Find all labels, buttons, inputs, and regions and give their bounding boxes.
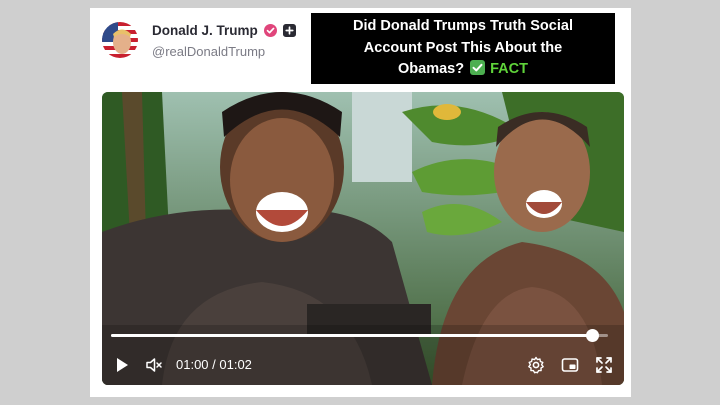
video-controls: 01:00 / 01:02 (102, 325, 624, 385)
check-mark-icon (470, 60, 486, 75)
headline-line-1: Did Donald Trumps Truth Social (353, 18, 573, 34)
fullscreen-icon[interactable] (594, 355, 614, 375)
headline-line-3: Obamas? FACT (311, 59, 615, 81)
social-post-card: Donald J. Trump @realDonaldTrump Did Don… (90, 8, 631, 397)
author-name[interactable]: Donald J. Trump (152, 23, 258, 38)
verdict-label: FACT (490, 61, 528, 77)
author-handle[interactable]: @realDonaldTrump (152, 44, 265, 59)
progress-thumb[interactable] (586, 329, 600, 342)
play-icon[interactable] (112, 355, 132, 375)
progress-bar[interactable] (111, 329, 608, 342)
progress-fill (111, 334, 593, 337)
headline-line-3-text: Obamas? (398, 61, 465, 77)
fact-check-headline: Did Donald Trumps Truth Social Account P… (311, 13, 615, 84)
time-display: 01:00 / 01:02 (176, 357, 252, 372)
mute-icon[interactable] (144, 355, 164, 375)
video-player[interactable]: 01:00 / 01:02 (102, 92, 624, 385)
author-avatar[interactable] (102, 22, 138, 58)
picture-in-picture-icon[interactable] (560, 355, 580, 375)
plus-badge-icon (282, 24, 296, 37)
verified-badge-icon (263, 24, 277, 37)
headline-line-2: Account Post This About the (363, 39, 563, 56)
settings-icon[interactable] (526, 355, 546, 375)
